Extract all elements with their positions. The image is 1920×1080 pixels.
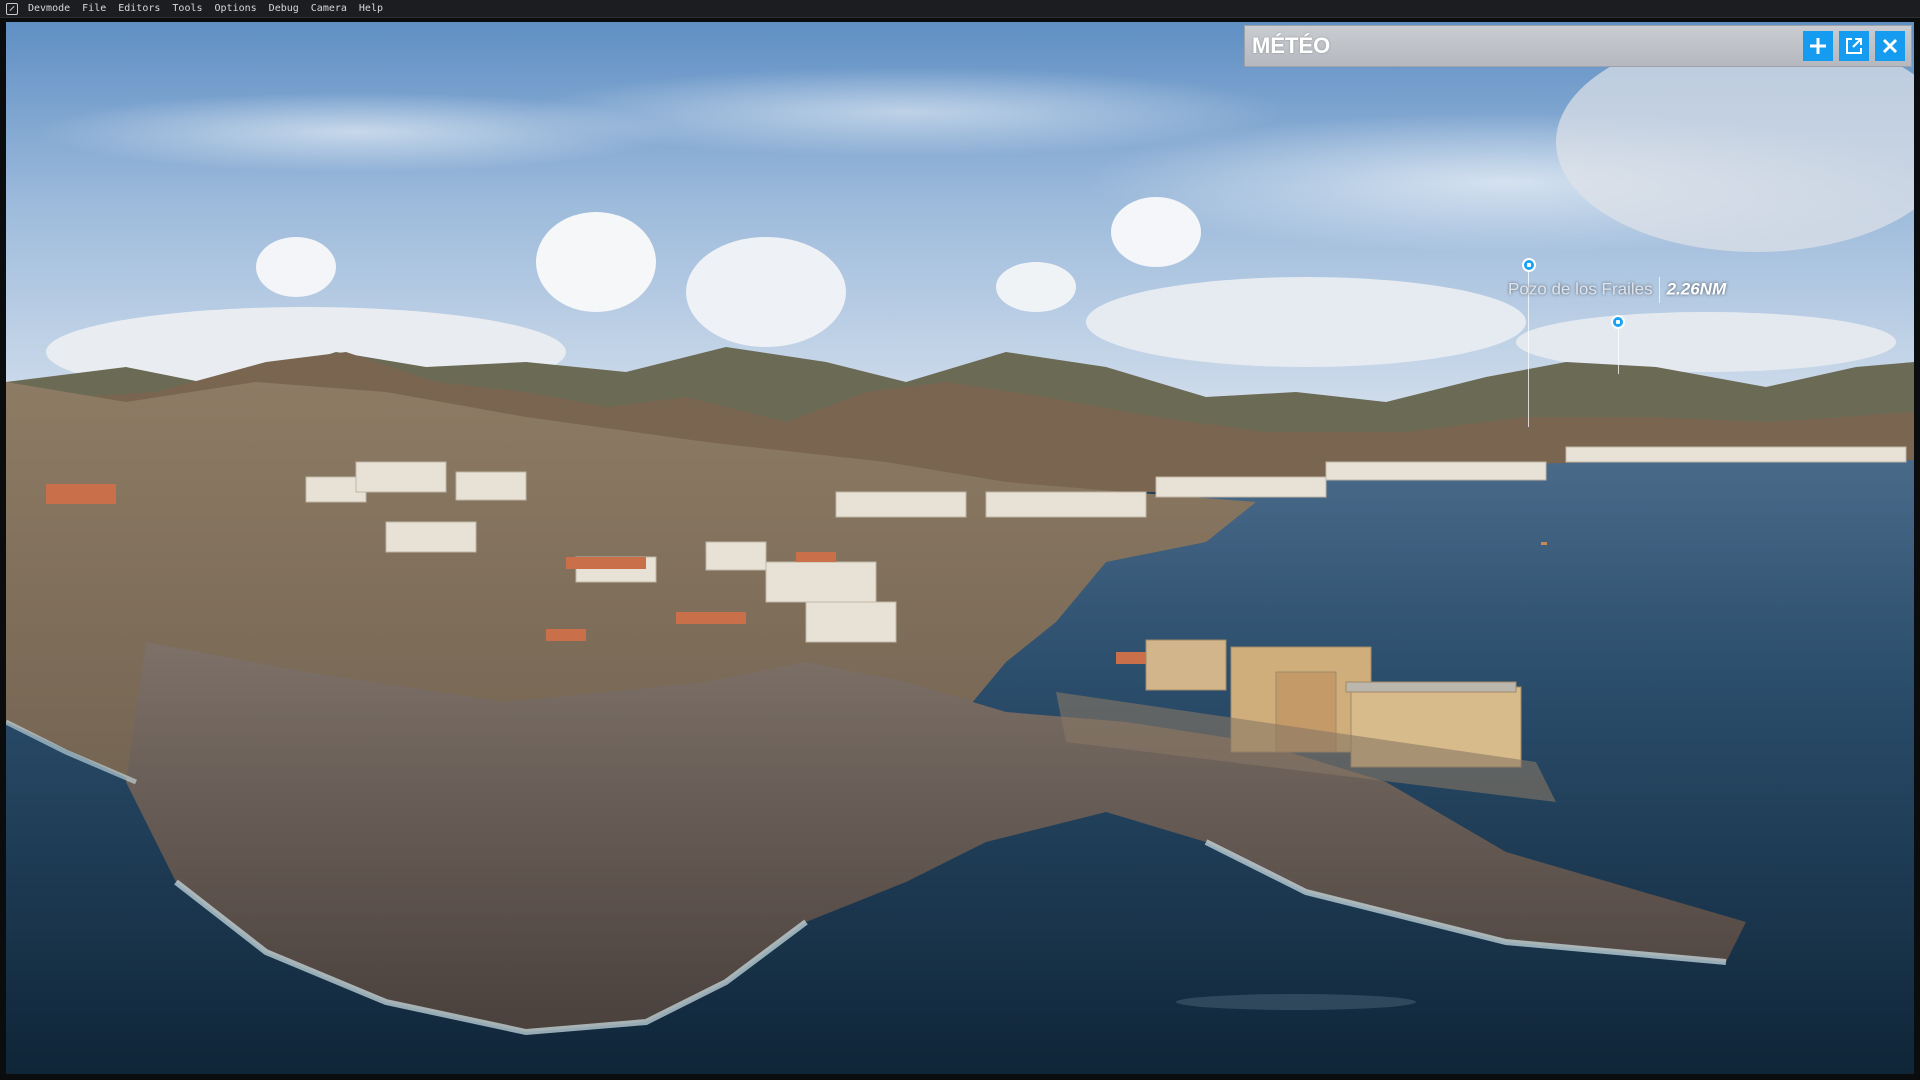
external-window-icon (1846, 38, 1862, 54)
poi-name: Pozo de los Frailes (1508, 279, 1653, 299)
poi-label: Pozo de los Frailes 2.26NM (1508, 277, 1726, 303)
menu-editors[interactable]: Editors (112, 0, 166, 17)
menu-tools[interactable]: Tools (166, 0, 208, 17)
menu-debug[interactable]: Debug (263, 0, 305, 17)
close-button[interactable] (1875, 31, 1905, 61)
plus-icon (1810, 38, 1826, 54)
poi-secondary-marker-icon[interactable] (1611, 315, 1625, 329)
menu-options[interactable]: Options (209, 0, 263, 17)
poi-marker-icon[interactable] (1522, 258, 1536, 272)
poi-distance: 2.26NM (1666, 279, 1727, 299)
poi-secondary-marker-line (1618, 329, 1619, 374)
menu-camera[interactable]: Camera (305, 0, 353, 17)
meteo-panel-title: MÉTÉO (1252, 33, 1331, 58)
menu-help[interactable]: Help (353, 0, 389, 17)
undock-button[interactable] (1839, 31, 1869, 61)
dev-menu-bar: Devmode File Editors Tools Options Debug… (0, 0, 1920, 18)
add-button[interactable] (1803, 31, 1833, 61)
devmode-logo-icon (6, 2, 18, 15)
poi-separator (1658, 277, 1660, 303)
close-icon (1882, 38, 1898, 54)
simulator-viewport[interactable] (6, 22, 1914, 1074)
menu-file[interactable]: File (76, 0, 112, 17)
menu-devmode[interactable]: Devmode (22, 0, 76, 17)
meteo-panel[interactable]: MÉTÉO (1244, 25, 1912, 67)
aerial-scenery (6, 22, 1914, 1074)
